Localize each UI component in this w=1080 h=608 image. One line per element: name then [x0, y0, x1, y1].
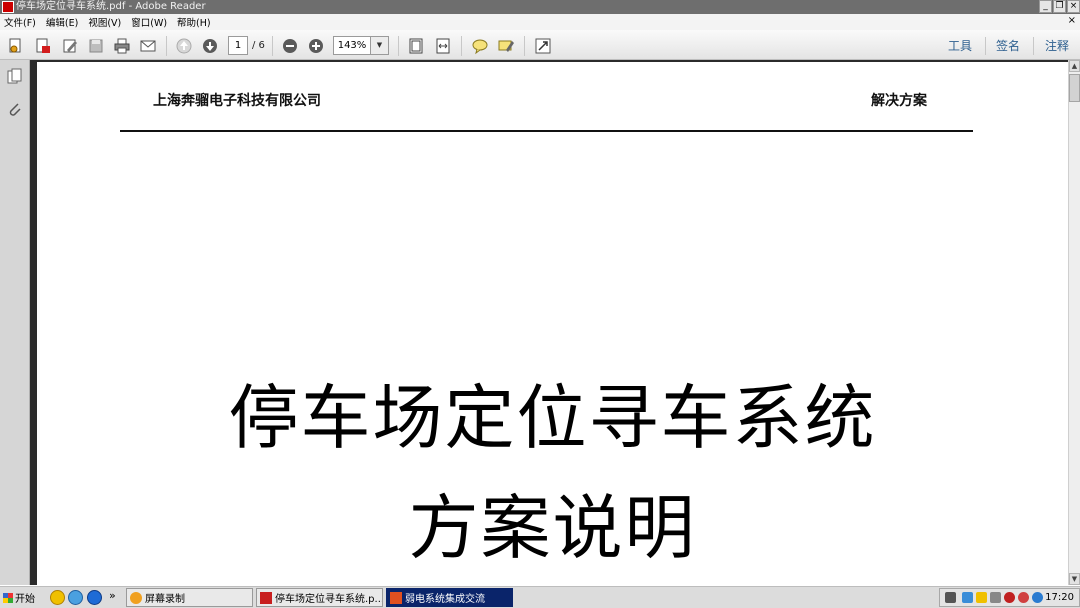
attachments-icon[interactable] — [6, 100, 24, 118]
qq-icon[interactable] — [50, 590, 65, 605]
task-adobe-reader[interactable]: 停车场定位寻车系统.p... — [256, 588, 383, 607]
sign-tab[interactable]: 签名 — [996, 36, 1020, 56]
document-close-button[interactable]: × — [1068, 15, 1076, 26]
close-button[interactable]: × — [1067, 0, 1080, 13]
menu-help[interactable]: 帮助(H) — [177, 15, 211, 29]
volume-icon[interactable] — [990, 592, 1001, 603]
next-page-icon[interactable] — [200, 36, 220, 56]
more-quicklaunch[interactable]: » — [109, 589, 116, 602]
document-subtitle: 方案说明 — [408, 487, 697, 569]
shield-icon[interactable] — [1032, 592, 1043, 603]
previous-page-icon[interactable] — [174, 36, 194, 56]
menu-window[interactable]: 窗口(W) — [131, 15, 167, 29]
zoom-dropdown-button[interactable]: ▼ — [371, 36, 389, 55]
menu-view[interactable]: 视图(V) — [88, 15, 121, 29]
menu-edit[interactable]: 编辑(E) — [46, 15, 78, 29]
chat-icon — [390, 591, 402, 604]
network-icon[interactable] — [962, 592, 973, 603]
toolbar: 1 / 6 143% ▼ 工具 签名 注释 — [0, 30, 1080, 60]
comment-icon[interactable] — [470, 36, 490, 56]
page-total: / 6 — [252, 40, 265, 51]
task-group-chat[interactable]: 弱电系统集成交流 — [386, 588, 513, 607]
keyboard-icon[interactable] — [945, 592, 956, 603]
antivirus-icon[interactable] — [1018, 592, 1029, 603]
toolbar-divider — [398, 36, 399, 56]
windows-logo-icon — [3, 592, 13, 603]
highlight-icon[interactable] — [496, 36, 516, 56]
window-title: 停车场定位寻车系统.pdf - Adobe Reader — [16, 1, 206, 12]
taskbar: 开始 » 屏幕录制 停车场定位寻车系统.p... 弱电系统集成交流 17:20 — [0, 585, 1080, 608]
fit-page-icon[interactable] — [406, 36, 426, 56]
email-icon[interactable] — [138, 36, 158, 56]
expand-icon[interactable] — [533, 36, 553, 56]
menu-bar: 文件(F) 编辑(E) 视图(V) 窗口(W) 帮助(H) × — [0, 14, 1080, 30]
document-title: 停车场定位寻车系统 — [228, 377, 877, 459]
window-controls: _ ❐ × — [1039, 0, 1080, 13]
document-view[interactable]: 上海奔骝电子科技有限公司 解决方案 停车场定位寻车系统 方案说明 — [30, 60, 1068, 585]
toolbar-divider — [1033, 37, 1034, 55]
adobe-reader-window: 停车场定位寻车系统.pdf - Adobe Reader _ ❐ × 文件(F)… — [0, 0, 1080, 608]
restore-button[interactable]: ❐ — [1053, 0, 1066, 13]
navigation-pane — [0, 60, 30, 585]
tools-tab[interactable]: 工具 — [948, 36, 972, 56]
toolbar-divider — [524, 36, 525, 56]
ie-icon[interactable] — [87, 590, 102, 605]
title-bar: 停车场定位寻车系统.pdf - Adobe Reader _ ❐ × — [0, 0, 1080, 14]
minimize-button[interactable]: _ — [1039, 0, 1052, 13]
toolbar-divider — [272, 36, 273, 56]
vertical-scrollbar[interactable]: ▲ ▼ — [1068, 60, 1080, 585]
task-screen-recording[interactable]: 屏幕录制 — [126, 588, 253, 607]
pdf-icon — [260, 591, 272, 604]
print-icon[interactable] — [112, 36, 132, 56]
recording-icon — [130, 591, 142, 604]
zoom-level-field[interactable]: 143% — [333, 36, 371, 55]
system-tray: 17:20 — [939, 588, 1080, 607]
clock[interactable]: 17:20 — [1045, 589, 1074, 607]
toolbar-divider — [166, 36, 167, 56]
toolbar-divider — [985, 37, 986, 55]
header-company-name: 上海奔骝电子科技有限公司 — [153, 93, 321, 109]
header-section-label: 解决方案 — [871, 93, 927, 109]
create-pdf-icon[interactable] — [33, 36, 53, 56]
task-label: 弱电系统集成交流 — [405, 594, 485, 605]
scroll-down-button[interactable]: ▼ — [1069, 573, 1080, 585]
security-icon[interactable] — [1004, 592, 1015, 603]
browser-icon[interactable] — [68, 590, 83, 605]
open-file-icon[interactable] — [6, 36, 26, 56]
fit-width-icon[interactable] — [433, 36, 453, 56]
pdf-app-icon — [2, 1, 14, 13]
task-label: 停车场定位寻车系统.p... — [275, 594, 383, 605]
save-icon[interactable] — [86, 36, 106, 56]
page-number-input[interactable]: 1 — [228, 36, 248, 55]
qq-tray-icon[interactable] — [976, 592, 987, 603]
pdf-page: 上海奔骝电子科技有限公司 解决方案 停车场定位寻车系统 方案说明 — [37, 62, 1068, 585]
page-thumbnails-icon[interactable] — [6, 68, 24, 86]
start-label: 开始 — [15, 594, 35, 605]
comment-tab[interactable]: 注释 — [1045, 36, 1069, 56]
zoom-in-icon[interactable] — [306, 36, 326, 56]
task-label: 屏幕录制 — [145, 594, 185, 605]
header-rule — [120, 130, 973, 132]
zoom-out-icon[interactable] — [280, 36, 300, 56]
toolbar-divider — [461, 36, 462, 56]
start-button[interactable]: 开始 — [1, 588, 38, 607]
scroll-thumb[interactable] — [1069, 74, 1080, 102]
scroll-up-button[interactable]: ▲ — [1069, 60, 1080, 72]
edit-icon[interactable] — [60, 36, 80, 56]
menu-file[interactable]: 文件(F) — [4, 15, 36, 29]
